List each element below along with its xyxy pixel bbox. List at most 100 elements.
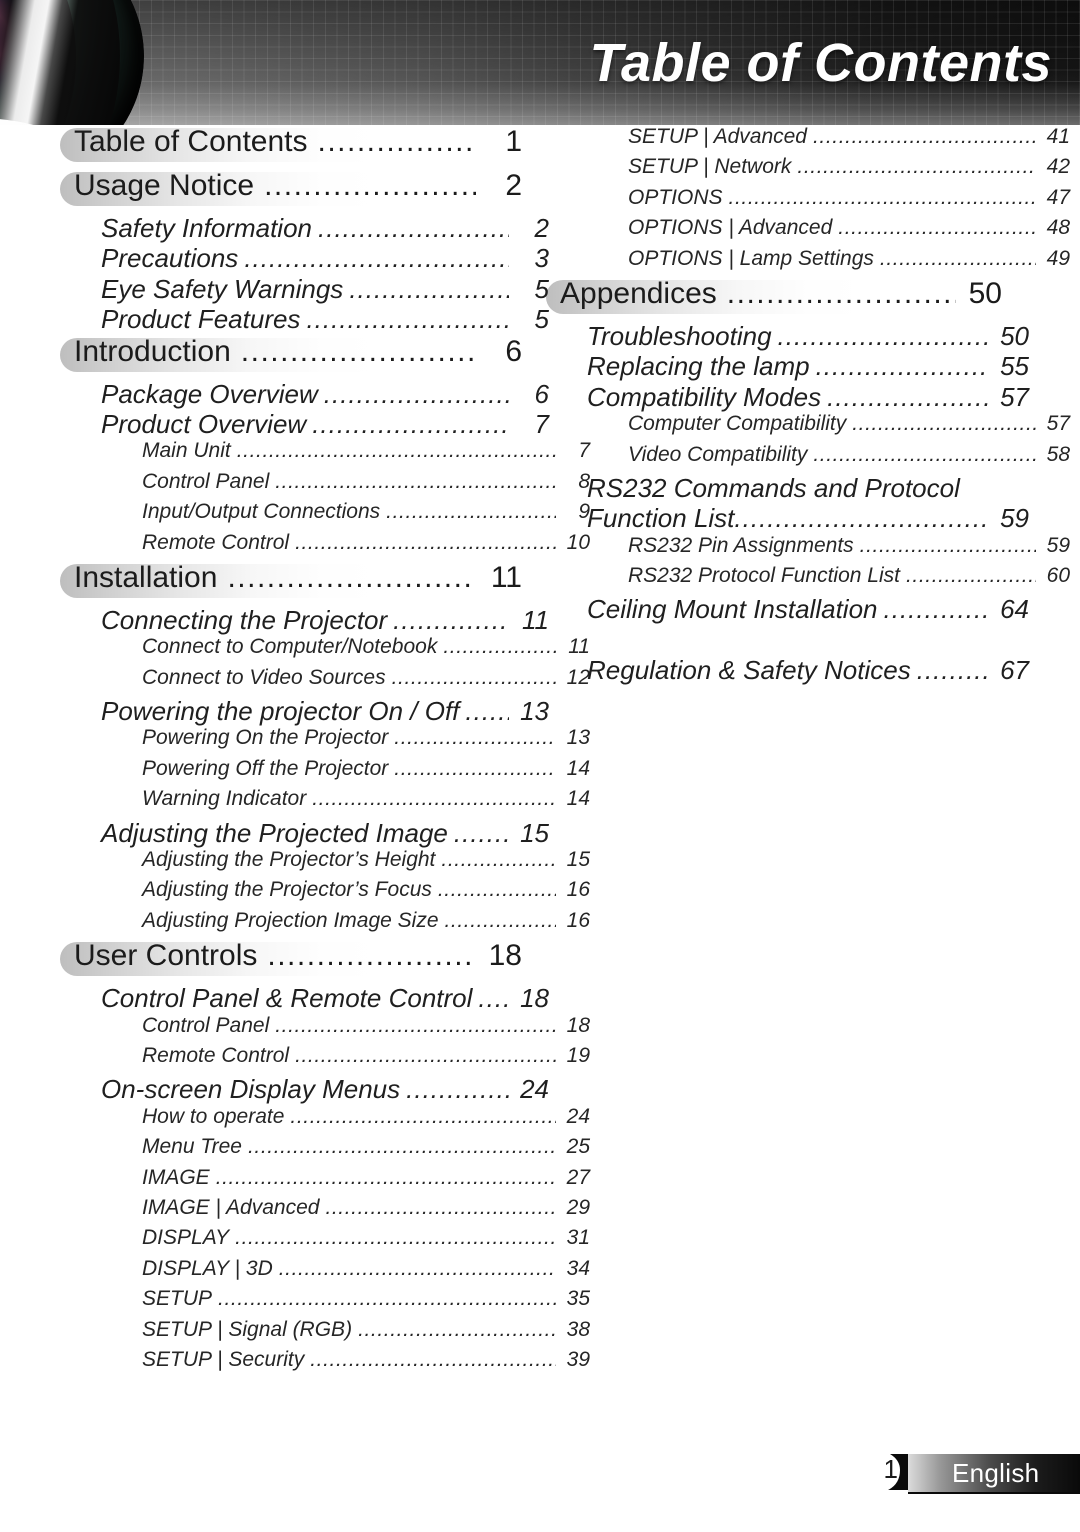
toc-dot-leader <box>813 443 1036 467</box>
toc-entry-label: Product Features <box>101 304 301 335</box>
toc-entry-level-3[interactable]: IMAGE | Advanced 29 <box>74 1196 590 1226</box>
toc-entry-level-3[interactable]: Remote Control 10 <box>74 531 590 561</box>
toc-entry-level-3[interactable]: Powering Off the Projector 14 <box>74 757 590 787</box>
toc-entry-level-1[interactable]: Introduction 6 <box>60 334 522 379</box>
toc-dot-leader <box>227 561 476 595</box>
toc-entry-label: Connect to Video Sources <box>142 665 386 689</box>
toc-page-number: 50 <box>968 276 1002 310</box>
toc-entry-level-2[interactable]: Troubleshooting 50 <box>560 321 1029 351</box>
toc-entry-level-3[interactable]: OPTIONS | Advanced 48 <box>560 216 1070 246</box>
toc-entry-level-2[interactable]: Product Features 5 <box>74 304 549 334</box>
toc-entry-level-2[interactable]: Powering the projector On / Off 13 <box>74 696 549 726</box>
toc-page-number: 11 <box>568 635 590 659</box>
toc-dot-leader <box>465 696 509 727</box>
toc-page-number: 5 <box>534 304 549 335</box>
toc-entry-level-3[interactable]: SETUP | Network 42 <box>560 155 1070 185</box>
toc-dot-leader <box>358 1318 556 1342</box>
toc-entry-label: Replacing the lamp <box>587 351 810 382</box>
toc-page-number: 34 <box>566 1256 590 1280</box>
toc-entry-level-2[interactable]: Replacing the lamp 55 <box>560 351 1029 381</box>
toc-entry-label-continuation: Function List 59 <box>587 503 1029 533</box>
toc-entry-level-3[interactable]: Adjusting the Projector’s Focus 16 <box>74 878 590 908</box>
toc-entry-label: Ceiling Mount Installation <box>587 594 878 625</box>
toc-entry-level-3[interactable]: DISPLAY 31 <box>74 1226 590 1256</box>
toc-entry-label: Video Compatibility <box>628 442 808 466</box>
toc-entry-level-2[interactable]: Safety Information 2 <box>74 213 549 243</box>
toc-entry-level-3[interactable]: SETUP | Advanced 41 <box>560 125 1070 155</box>
toc-entry-level-3[interactable]: Connect to Computer/Notebook 11 <box>74 635 590 665</box>
toc-entry-label: Adjusting the Projector’s Focus <box>142 878 432 902</box>
toc-entry-level-2[interactable]: Product Overview 7 <box>74 409 549 439</box>
toc-entry-level-3[interactable]: Connect to Video Sources 12 <box>74 666 590 696</box>
toc-entry-level-2[interactable]: Regulation & Safety Notices 67 <box>560 655 1029 685</box>
toc-page-number: 39 <box>566 1347 590 1371</box>
toc-dot-leader <box>310 1348 556 1372</box>
footer-language-label: English <box>952 1457 1040 1488</box>
toc-entry-level-1[interactable]: Table of Contents 1 <box>60 125 522 169</box>
toc-dot-leader <box>827 382 989 413</box>
toc-entry-level-3[interactable]: Remote Control 19 <box>74 1044 590 1074</box>
toc-entry-level-3[interactable]: DISPLAY | 3D 34 <box>74 1257 590 1287</box>
toc-page-number: 12 <box>566 665 590 689</box>
toc-entry-level-3[interactable]: RS232 Pin Assignments 59 <box>560 534 1070 564</box>
toc-dot-leader <box>393 605 509 636</box>
toc-entry-level-2[interactable]: RS232 Commands and Protocol Function List… <box>560 473 1029 534</box>
toc-entry-level-1[interactable]: Appendices 50 <box>546 276 1002 321</box>
toc-entry-level-2[interactable]: Eye Safety Warnings 5 <box>74 274 549 304</box>
toc-entry-level-3[interactable]: SETUP | Signal (RGB) 38 <box>74 1318 590 1348</box>
toc-entry-label: SETUP | Security <box>142 1347 305 1371</box>
toc-entry-level-3[interactable]: SETUP | Security 39 <box>74 1348 590 1378</box>
toc-entry-level-3[interactable]: SETUP 35 <box>74 1287 590 1317</box>
toc-entry-level-2[interactable]: Connecting the Projector 11 <box>74 605 549 635</box>
toc-entry-level-3[interactable]: OPTIONS | Lamp Settings 49 <box>560 247 1070 277</box>
toc-dot-leader <box>216 1166 556 1190</box>
toc-entry-label: Installation <box>74 560 218 594</box>
toc-entry-level-1[interactable]: Usage Notice 2 <box>60 169 522 213</box>
toc-entry-level-2[interactable]: On-screen Display Menus 24 <box>74 1074 549 1104</box>
toc-entry-level-1[interactable]: Installation 11 <box>60 560 522 605</box>
toc-entry-level-2[interactable]: Compatibility Modes 57 <box>560 382 1029 412</box>
toc-entry-label: Remote Control <box>142 1043 290 1067</box>
toc-entry-level-2[interactable]: Precautions 3 <box>74 243 549 273</box>
toc-page-number: 3 <box>534 243 549 274</box>
toc-entry-level-3[interactable]: Adjusting the Projector’s Height 15 <box>74 848 590 878</box>
toc-entry-level-3[interactable]: Menu Tree 25 <box>74 1135 590 1165</box>
toc-entry-label: OPTIONS <box>628 185 723 209</box>
toc-entry-level-3[interactable]: Powering On the Projector 13 <box>74 726 590 756</box>
toc-dot-leader <box>318 213 509 244</box>
toc-dot-leader <box>797 155 1036 179</box>
toc-entry-level-1[interactable]: User Controls 18 <box>60 939 522 983</box>
toc-entry-level-3[interactable]: Video Compatibility 58 <box>560 443 1070 473</box>
toc-entry-level-3[interactable]: RS232 Protocol Function List 60 <box>560 564 1070 594</box>
toc-entry-level-3[interactable]: Computer Compatibility 57 <box>560 412 1070 442</box>
toc-entry-level-3[interactable]: Warning Indicator 14 <box>74 787 590 817</box>
toc-entry-level-2[interactable]: Ceiling Mount Installation 64 <box>560 594 1029 624</box>
toc-page-number: 38 <box>566 1317 590 1341</box>
toc-page-number: 11 <box>522 604 549 635</box>
toc-entry-label: Connect to Computer/Notebook <box>142 635 438 659</box>
toc-entry-level-2[interactable]: Package Overview 6 <box>74 379 549 409</box>
toc-entry-label: Main Unit <box>142 439 231 463</box>
toc-entry-label: Introduction <box>74 334 231 368</box>
toc-entry-label: On-screen Display Menus <box>101 1074 401 1105</box>
toc-dot-leader <box>295 531 556 555</box>
toc-entry-level-3[interactable]: Main Unit 7 <box>74 439 590 469</box>
toc-entry-level-3[interactable]: How to operate 24 <box>74 1105 590 1135</box>
toc-dot-leader <box>838 216 1036 240</box>
toc-page-number: 59 <box>1046 533 1070 557</box>
toc-entry-level-3[interactable]: Control Panel 18 <box>74 1014 590 1044</box>
toc-entry-level-3[interactable]: Input/Output Connections 9 <box>74 500 590 530</box>
toc-entry-label: Troubleshooting <box>587 320 772 351</box>
toc-entry-level-3[interactable]: Control Panel 8 <box>74 470 590 500</box>
toc-page-number: 35 <box>566 1287 590 1311</box>
toc-page-number: 42 <box>1046 155 1070 179</box>
toc-entry-level-2[interactable]: Control Panel & Remote Control 18 <box>74 983 549 1013</box>
toc-page-number: 57 <box>1000 381 1029 412</box>
toc-entry-level-3[interactable]: OPTIONS 47 <box>560 186 1070 216</box>
toc-entry-level-3[interactable]: IMAGE 27 <box>74 1166 590 1196</box>
toc-page-number: 57 <box>1046 412 1070 436</box>
toc-page-number: 18 <box>566 1013 590 1037</box>
toc-entry-level-3[interactable]: Adjusting Projection Image Size 16 <box>74 909 590 939</box>
toc-page-number: 9 <box>578 500 590 524</box>
toc-entry-level-2[interactable]: Adjusting the Projected Image 15 <box>74 818 549 848</box>
